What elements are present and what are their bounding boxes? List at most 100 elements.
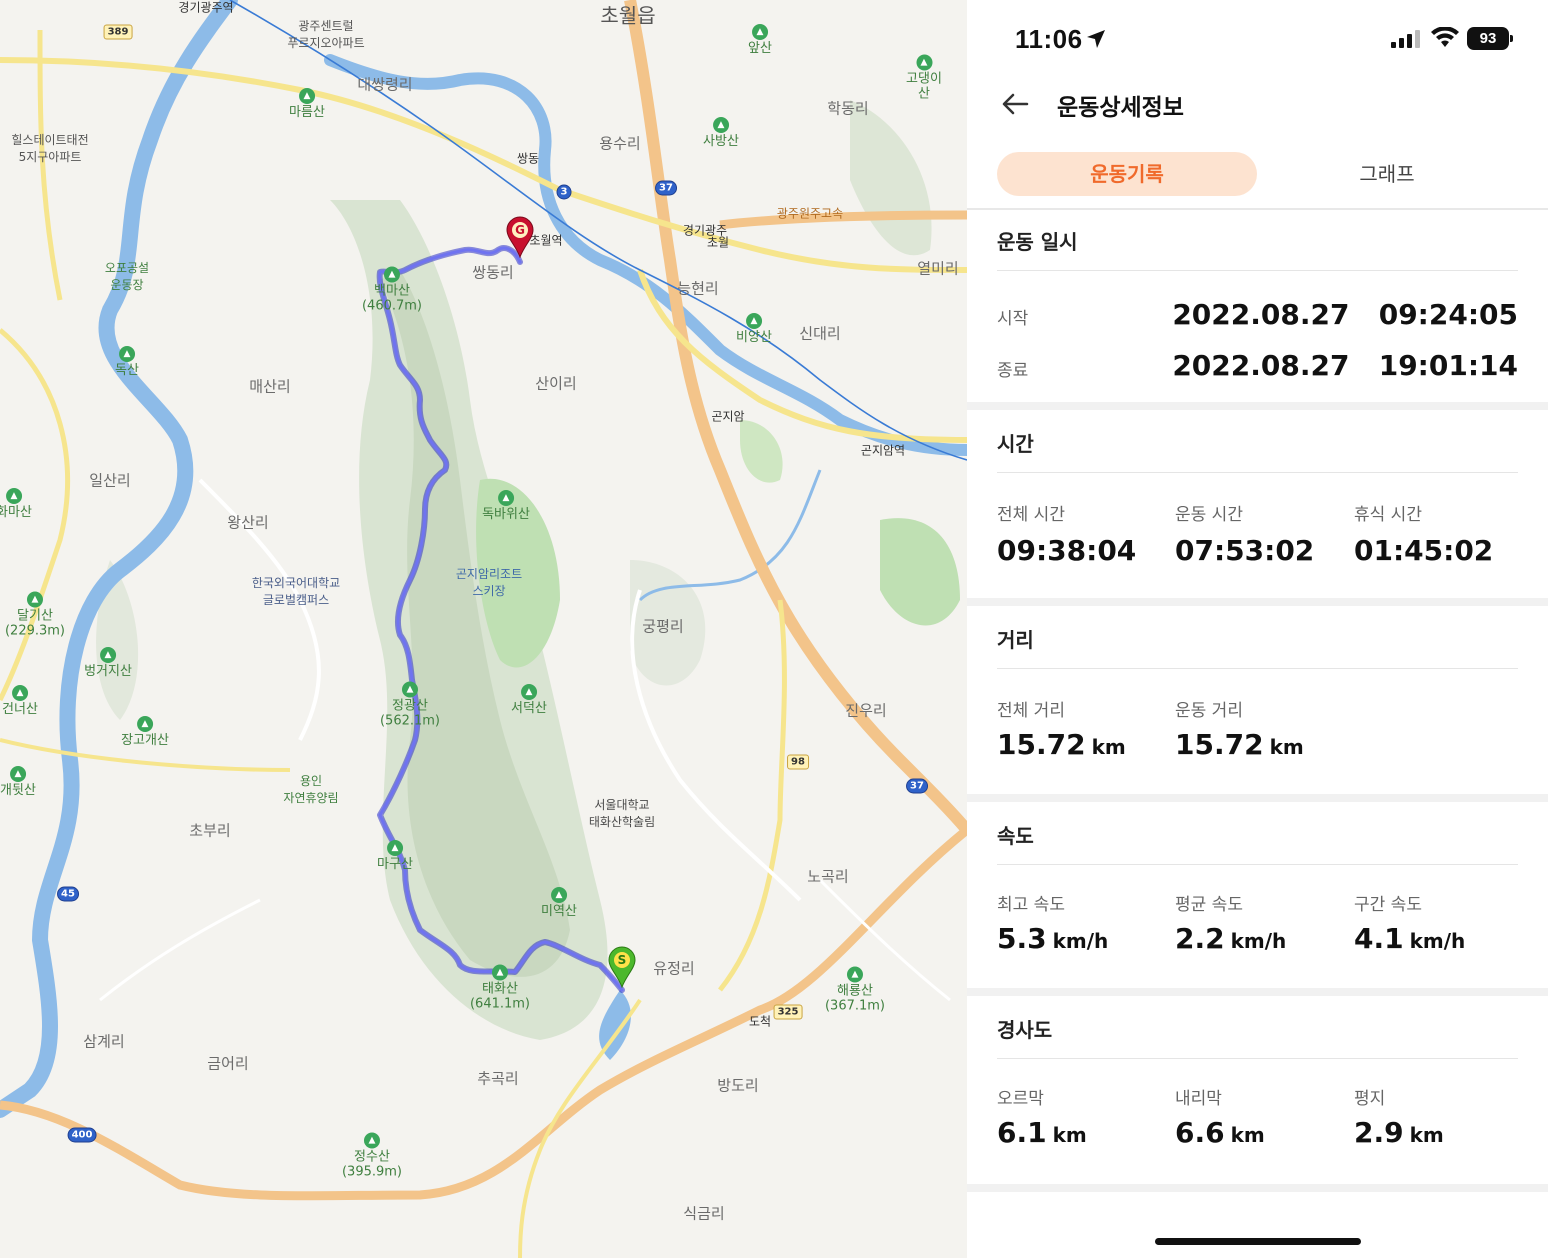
map-label-opo-sports: 오포공설 운동장 xyxy=(104,261,150,292)
section-title: 시간 xyxy=(997,432,1034,456)
divider xyxy=(997,472,1518,473)
route-shield: 389 xyxy=(103,24,133,40)
wifi-icon xyxy=(1431,27,1459,47)
exercise-time-label: 운동 시간 xyxy=(1175,505,1243,525)
map-label-gonjiam-resort: 곤지암리조트 스키장 xyxy=(455,567,523,598)
section-exercise-datetime: 운동 일시 시작 2022.08.27 09:24:05 종료 2022.08.… xyxy=(967,212,1548,402)
mountain-icon: ▲ xyxy=(5,488,22,504)
max-speed-label: 최고 속도 xyxy=(997,895,1065,915)
map-label-docheok-ic: 도척 xyxy=(748,1014,772,1029)
route-shield: 400 xyxy=(67,1127,97,1143)
mountain-label: 백마산 (460.7m) xyxy=(361,283,423,314)
map-label-gonjiam-ic: 곤지암 xyxy=(711,409,745,424)
section-title: 거리 xyxy=(997,628,1034,652)
uphill: 6.1 km xyxy=(997,1116,1087,1149)
tab-bar: 운동기록 그래프 xyxy=(967,150,1548,210)
app-header: 운동상세정보 xyxy=(967,80,1548,130)
map-label-yongin-forest: 용인 자연휴양림 xyxy=(283,774,339,805)
mountain-haeryongsan: ▲ 해룡산 (367.1m) xyxy=(825,966,885,1014)
tab-exercise-record[interactable]: 운동기록 xyxy=(997,152,1257,196)
section-title: 운동 일시 xyxy=(997,230,1078,254)
mountain-dokbawisan: ▲ 독바위산 xyxy=(482,490,530,522)
exercise-distance-label: 운동 거리 xyxy=(1175,701,1243,721)
map-label-hakdong-ri: 학동리 xyxy=(827,99,869,118)
status-time: 11:06 xyxy=(1015,24,1083,54)
uphill-label: 오르막 xyxy=(997,1089,1044,1109)
start-label: 시작 xyxy=(997,309,1029,329)
unit: km/h xyxy=(1409,929,1466,953)
segment-speed: 4.1 km/h xyxy=(1354,922,1465,955)
section-title: 경사도 xyxy=(997,1018,1053,1042)
home-indicator[interactable] xyxy=(1155,1238,1361,1245)
mountain-beomgeojisan: ▲ 벙거지산 xyxy=(84,647,132,679)
segment-speed-label: 구간 속도 xyxy=(1354,895,1422,915)
flat: 2.9 km xyxy=(1354,1116,1444,1149)
mountain-label: 정광산 (562.1m) xyxy=(379,698,441,729)
route-map[interactable]: 초월읍 쌍동리 대쌍령리 용수리 학동리 열미리 능현리 신대리 매산리 산이리… xyxy=(0,0,967,1258)
back-arrow-icon[interactable] xyxy=(999,88,1031,120)
mountain-label: 사방산 xyxy=(703,134,739,149)
mountain-janggogaesan: ▲ 장고개산 xyxy=(121,716,169,748)
page-title: 운동상세정보 xyxy=(1057,95,1184,121)
unit: km xyxy=(1409,1123,1444,1147)
mountain-label: 서덕산 xyxy=(511,701,547,716)
mountain-label: 태화산 (641.1m) xyxy=(469,981,531,1012)
mountain-dalgisan: ▲ 달기산 (229.3m) xyxy=(5,591,65,639)
start-pin-icon: S xyxy=(608,946,636,988)
map-label-chugok-ri: 추곡리 xyxy=(477,1069,519,1088)
map-label-chowol-station: 초월역 xyxy=(529,233,563,248)
mountain-icon: ▲ xyxy=(402,681,418,698)
map-label-ssangdong-ri: 쌍동리 xyxy=(472,263,514,282)
total-time-label: 전체 시간 xyxy=(997,505,1065,525)
location-arrow-icon xyxy=(1087,30,1105,48)
mountain-jeonggwangsan: ▲ 정광산 (562.1m) xyxy=(379,681,441,729)
start-marker-letter: S xyxy=(618,953,627,967)
goal-marker[interactable]: G xyxy=(506,216,534,258)
divider xyxy=(997,1058,1518,1059)
section-title: 속도 xyxy=(997,824,1034,848)
detail-panel: 11:06 93 운동상세정보 운동기록 그래프 운동 일시 시작 2022.0 xyxy=(967,0,1548,1258)
divider xyxy=(997,270,1518,271)
mountain-miryeoksan: ▲ 미역산 xyxy=(541,887,577,919)
map-label-bangdo-ri: 방도리 xyxy=(717,1076,759,1095)
map-label-hankuk-univ: 한국외국어대학교 글로벌캠퍼스 xyxy=(251,576,341,607)
mountain-madusan: ▲ 마구산 xyxy=(377,840,413,872)
divider xyxy=(997,864,1518,865)
cellular-signal-icon xyxy=(1391,30,1420,48)
mountain-geonneosan: ▲ 건너산 xyxy=(2,685,38,717)
start-marker[interactable]: S xyxy=(608,946,636,988)
mountain-label: 장고개산 xyxy=(121,733,169,748)
battery-indicator: 93 xyxy=(1467,27,1513,50)
route-shield: 98 xyxy=(787,754,809,770)
map-label-yeolmi-ri: 열미리 xyxy=(917,259,959,278)
map-label-san-i-ri: 산이리 xyxy=(535,374,577,393)
route-shield: 3 xyxy=(556,184,572,200)
mountain-label: 비양산 xyxy=(736,330,772,345)
tab-graph[interactable]: 그래프 xyxy=(1257,152,1517,196)
total-distance: 15.72 km xyxy=(997,728,1126,761)
map-label-chobu-ri: 초부리 xyxy=(189,821,231,840)
exercise-distance-value: 15.72 xyxy=(1175,728,1264,761)
mountain-masan: ▲ 마름산 xyxy=(289,88,325,120)
end-value: 2022.08.27 19:01:14 xyxy=(1172,349,1518,382)
mountain-icon: ▲ xyxy=(11,685,28,701)
segment-speed-value: 4.1 xyxy=(1354,922,1404,955)
mountain-icon: ▲ xyxy=(916,54,932,71)
mountain-taehwasan: ▲ 태화산 (641.1m) xyxy=(469,964,531,1012)
max-speed-value: 5.3 xyxy=(997,922,1047,955)
mountain-icon: ▲ xyxy=(298,88,315,104)
mountain-sabangsan: ▲ 사방산 xyxy=(703,117,739,149)
map-label-hillstate: 힐스테이트태전 5지구아파트 xyxy=(11,133,89,164)
map-label-sindae-ri: 신대리 xyxy=(799,324,841,343)
mountain-label: 독바위산 xyxy=(482,507,530,522)
mountain-label: 정수산 (395.9m) xyxy=(341,1149,403,1180)
mountain-icon: ▲ xyxy=(520,684,537,700)
avg-speed: 2.2 km/h xyxy=(1175,922,1286,955)
divider xyxy=(997,668,1518,669)
map-label-sikgeum-ri: 식금리 xyxy=(683,1204,725,1223)
end-label: 종료 xyxy=(997,361,1029,381)
flat-value: 2.9 xyxy=(1354,1116,1404,1149)
map-label-ssangdong-jc: 쌍동 xyxy=(516,151,540,166)
mountain-icon: ▲ xyxy=(847,966,863,983)
map-label-gonjiam-station: 곤지암역 xyxy=(860,443,906,458)
